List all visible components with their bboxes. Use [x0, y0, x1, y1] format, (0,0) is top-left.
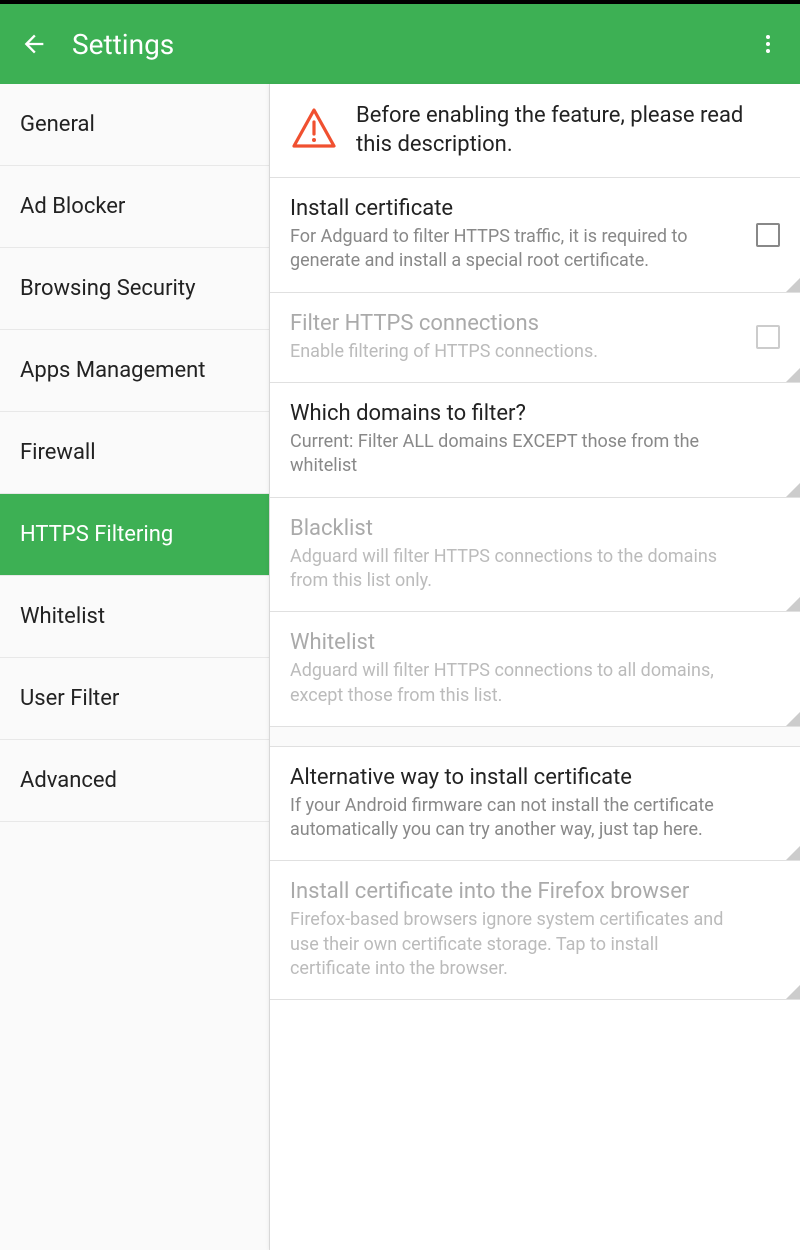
- sidebar-item-label: General: [20, 112, 95, 137]
- sidebar-item-whitelist[interactable]: Whitelist: [0, 576, 269, 658]
- sidebar-item-label: Whitelist: [20, 604, 105, 629]
- sidebar-item-label: Ad Blocker: [20, 194, 125, 219]
- setting-which-domains[interactable]: Which domains to filter? Current: Filter…: [270, 383, 800, 498]
- setting-firefox-certificate[interactable]: Install certificate into the Firefox bro…: [270, 861, 800, 1000]
- sidebar-item-label: User Filter: [20, 686, 119, 711]
- setting-description: For Adguard to filter HTTPS traffic, it …: [290, 225, 780, 274]
- sidebar-item-https-filtering[interactable]: HTTPS Filtering: [0, 494, 269, 576]
- checkbox-install-certificate[interactable]: [756, 223, 780, 247]
- warning-banner[interactable]: Before enabling the feature, please read…: [270, 84, 800, 178]
- sidebar-item-label: Advanced: [20, 768, 117, 793]
- setting-title: Blacklist: [290, 516, 780, 541]
- warning-icon: [290, 104, 338, 156]
- checkbox-filter-https[interactable]: [756, 325, 780, 349]
- corner-marker: [786, 368, 800, 382]
- sidebar-item-label: Browsing Security: [20, 276, 195, 301]
- corner-marker: [786, 846, 800, 860]
- setting-title: Which domains to filter?: [290, 401, 780, 426]
- sidebar-item-label: Firewall: [20, 440, 96, 465]
- sidebar-item-general[interactable]: General: [0, 84, 269, 166]
- main: General Ad Blocker Browsing Security App…: [0, 84, 800, 1250]
- sidebar-item-ad-blocker[interactable]: Ad Blocker: [0, 166, 269, 248]
- sidebar-item-label: Apps Management: [20, 358, 206, 383]
- corner-marker: [786, 278, 800, 292]
- setting-whitelist[interactable]: Whitelist Adguard will filter HTTPS conn…: [270, 612, 800, 727]
- setting-description: Adguard will filter HTTPS connections to…: [290, 659, 780, 708]
- back-button[interactable]: [20, 30, 48, 58]
- setting-install-certificate[interactable]: Install certificate For Adguard to filte…: [270, 178, 800, 293]
- setting-description: Adguard will filter HTTPS connections to…: [290, 545, 780, 594]
- setting-filter-https-connections[interactable]: Filter HTTPS connections Enable filterin…: [270, 293, 800, 383]
- sidebar-item-apps-management[interactable]: Apps Management: [0, 330, 269, 412]
- setting-alternative-install[interactable]: Alternative way to install certificate I…: [270, 747, 800, 862]
- overflow-menu-button[interactable]: [756, 32, 780, 56]
- setting-title: Whitelist: [290, 630, 780, 655]
- arrow-left-icon: [20, 30, 48, 58]
- sidebar-item-firewall[interactable]: Firewall: [0, 412, 269, 494]
- sidebar-item-advanced[interactable]: Advanced: [0, 740, 269, 822]
- sidebar-item-label: HTTPS Filtering: [20, 522, 173, 547]
- setting-title: Filter HTTPS connections: [290, 311, 780, 336]
- more-vert-icon: [756, 32, 780, 56]
- setting-title: Alternative way to install certificate: [290, 765, 780, 790]
- setting-description: Enable filtering of HTTPS connections.: [290, 340, 780, 364]
- setting-title: Install certificate into the Firefox bro…: [290, 879, 780, 904]
- page-title: Settings: [72, 28, 756, 61]
- corner-marker: [786, 597, 800, 611]
- section-gap: [270, 727, 800, 747]
- corner-marker: [786, 985, 800, 999]
- sidebar: General Ad Blocker Browsing Security App…: [0, 84, 270, 1250]
- setting-description: Current: Filter ALL domains EXCEPT those…: [290, 430, 780, 479]
- content-panel: Before enabling the feature, please read…: [270, 84, 800, 1250]
- app-bar: Settings: [0, 4, 800, 84]
- warning-text: Before enabling the feature, please read…: [356, 102, 780, 159]
- setting-description: If your Android firmware can not install…: [290, 794, 780, 843]
- sidebar-item-browsing-security[interactable]: Browsing Security: [0, 248, 269, 330]
- setting-blacklist[interactable]: Blacklist Adguard will filter HTTPS conn…: [270, 498, 800, 613]
- corner-marker: [786, 712, 800, 726]
- corner-marker: [786, 483, 800, 497]
- setting-title: Install certificate: [290, 196, 780, 221]
- setting-description: Firefox-based browsers ignore system cer…: [290, 908, 780, 981]
- sidebar-item-user-filter[interactable]: User Filter: [0, 658, 269, 740]
